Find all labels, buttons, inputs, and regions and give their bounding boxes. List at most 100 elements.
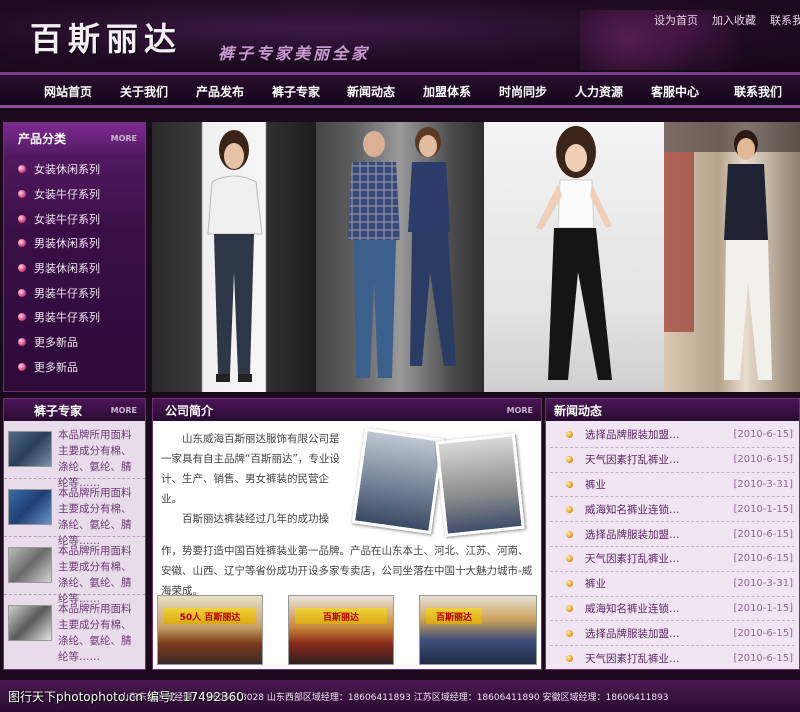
company-intro-panel: 公司简介 MORE 山东威海百斯丽达服饰有限公司是一家具有自主品牌“百斯丽达”，… <box>152 398 542 670</box>
intro-text: 山东威海百斯丽达服饰有限公司是一家具有自主品牌“百斯丽达”，专业设计、生产、销售… <box>161 433 340 525</box>
bullet-icon <box>18 190 26 199</box>
category-item[interactable]: 女装牛仔系列 <box>4 182 145 207</box>
bullet-icon <box>566 530 573 538</box>
nav-service[interactable]: 客服中心 <box>651 83 699 100</box>
product-category-panel: 产品分类 MORE 女装休闲系列 女装牛仔系列 女装牛仔系列 男装休闲系列 男装… <box>3 122 146 392</box>
bullet-icon <box>18 165 26 174</box>
bullet-icon <box>566 604 573 612</box>
news-panel: 新闻动态 选择品牌服装加盟… [2010-6-15] 天气因素打乱裤业… [2010… <box>545 398 800 670</box>
nav-news[interactable]: 新闻动态 <box>347 83 395 100</box>
nav-home[interactable]: 网站首页 <box>44 83 92 100</box>
news-header: 新闻动态 <box>546 399 799 421</box>
category-item[interactable]: 男装休闲系列 <box>4 256 145 281</box>
nav-franchise[interactable]: 加盟体系 <box>423 83 471 100</box>
intro-photo-collage <box>348 427 533 539</box>
category-item[interactable]: 女装休闲系列 <box>4 157 145 182</box>
model-figure-icon <box>664 122 800 380</box>
nav-hr[interactable]: 人力资源 <box>575 83 623 100</box>
expert-item[interactable]: 本品牌所用面料主要成分有棉、涤纶、氨纶、腈纶等…… <box>4 421 145 489</box>
expert-more-link[interactable]: MORE <box>111 406 137 415</box>
news-title: 新闻动态 <box>554 403 603 418</box>
bullet-icon <box>18 214 26 223</box>
main-nav: 网站首页 关于我们 产品发布 裤子专家 新闻动态 加盟体系 时尚同步 人力资源 … <box>0 72 800 108</box>
category-item[interactable]: 男装牛仔系列 <box>4 305 145 330</box>
site-header: 百斯丽达 裤子专家美丽全家 设为首页 加入收藏 联系我们 <box>0 0 800 72</box>
news-item[interactable]: 天气因素打乱裤业… [2010-6-15] <box>550 646 795 671</box>
denim-thumbnail <box>8 547 52 583</box>
bullet-icon <box>566 480 573 488</box>
intro-header: 公司简介 MORE <box>153 399 541 421</box>
expert-title: 裤子专家 <box>34 403 83 418</box>
category-item[interactable]: 更多新品 <box>4 330 145 355</box>
intro-more-link[interactable]: MORE <box>507 406 533 415</box>
store-photo[interactable]: 百斯丽达 <box>288 595 394 665</box>
news-item[interactable]: 威海知名裤业连锁… [2010-1-15] <box>550 497 795 523</box>
store-photos: 50人 百斯丽达 百斯丽达 百斯丽达 <box>157 595 539 667</box>
bullet-icon <box>566 580 573 588</box>
jeans-photo <box>351 427 445 535</box>
news-item[interactable]: 天气因素打乱裤业… [2010-6-15] <box>550 448 795 473</box>
contact-top-link[interactable]: 联系我们 <box>770 12 800 28</box>
site-logo[interactable]: 百斯丽达 <box>30 14 182 60</box>
top-links: 设为首页 加入收藏 联系我们 <box>654 12 800 28</box>
category-header: 产品分类 MORE <box>4 123 145 153</box>
denim-thumbnail <box>8 489 52 525</box>
news-item[interactable]: 裤业 [2010-3-31] <box>550 473 795 498</box>
category-item[interactable]: 女装牛仔系列 <box>4 206 145 231</box>
bullet-icon <box>566 431 573 439</box>
category-item[interactable]: 男装休闲系列 <box>4 231 145 256</box>
hero-banner[interactable] <box>152 122 800 392</box>
store-photo[interactable]: 百斯丽达 <box>419 595 537 665</box>
bullet-icon <box>566 655 573 663</box>
category-more-link[interactable]: MORE <box>111 134 137 143</box>
bullet-icon <box>566 456 573 464</box>
intro-text-continued: 作，势要打造中国百姓裤装业第一品牌。产品在山东本土、河北、江苏、河南、安徽、山西… <box>161 545 533 597</box>
category-title: 产品分类 <box>18 131 67 146</box>
pants-expert-panel: 裤子专家 MORE 本品牌所用面料主要成分有棉、涤纶、氨纶、腈纶等…… 本品牌所… <box>3 398 146 670</box>
bullet-icon <box>18 338 26 347</box>
news-list: 选择品牌服装加盟… [2010-6-15] 天气因素打乱裤业… [2010-6-15… <box>546 421 799 671</box>
intro-title: 公司简介 <box>165 403 214 418</box>
expert-item[interactable]: 本品牌所用面料主要成分有棉、涤纶、氨纶、腈纶等…… <box>4 479 145 547</box>
news-item[interactable]: 选择品牌服装加盟… [2010-6-15] <box>550 522 795 547</box>
bullet-icon <box>18 313 26 322</box>
banner-photo-couple-plaid <box>316 122 484 392</box>
nav-products[interactable]: 产品发布 <box>196 83 244 100</box>
add-favorite-link[interactable]: 加入收藏 <box>712 12 756 28</box>
banner-photo-man-white-pants <box>664 122 800 392</box>
expert-item[interactable]: 本品牌所用面料主要成分有棉、涤纶、氨纶、腈纶等…… <box>4 537 145 605</box>
bullet-icon <box>566 555 573 563</box>
site-slogan: 裤子专家美丽全家 <box>218 44 371 63</box>
watermark-text: 图行天下photophoto.cn 编号：17492360 <box>8 690 244 704</box>
nav-about[interactable]: 关于我们 <box>120 83 168 100</box>
bullet-icon <box>566 505 573 513</box>
news-item[interactable]: 选择品牌服装加盟… [2010-6-15] <box>550 423 795 448</box>
model-figure-icon <box>536 126 612 380</box>
news-item[interactable]: 选择品牌服装加盟… [2010-6-15] <box>550 621 795 647</box>
set-homepage-link[interactable]: 设为首页 <box>654 12 698 28</box>
banner-photo-woman-white-top <box>152 122 316 392</box>
expert-header: 裤子专家 MORE <box>4 399 145 421</box>
denim-thumbnail <box>8 605 52 641</box>
nav-fashion[interactable]: 时尚同步 <box>499 83 547 100</box>
model-photo <box>435 433 525 537</box>
category-list: 女装休闲系列 女装牛仔系列 女装牛仔系列 男装休闲系列 男装休闲系列 男装牛仔系… <box>4 153 145 379</box>
denim-thumbnail <box>8 431 52 467</box>
store-photo[interactable]: 50人 百斯丽达 <box>157 595 263 665</box>
model-figure-icon <box>348 127 456 378</box>
nav-expert[interactable]: 裤子专家 <box>272 83 320 100</box>
news-item[interactable]: 天气因素打乱裤业… [2010-6-15] <box>550 547 795 572</box>
news-item[interactable]: 威海知名裤业连锁… [2010-1-15] <box>550 597 795 622</box>
nav-contact[interactable]: 联系我们 <box>734 83 782 100</box>
news-item[interactable]: 裤业 [2010-3-31] <box>550 572 795 597</box>
bullet-icon <box>18 264 26 273</box>
bullet-icon <box>18 239 26 248</box>
model-figure-icon <box>207 130 263 382</box>
category-item[interactable]: 男装牛仔系列 <box>4 280 145 305</box>
bullet-icon <box>566 629 573 637</box>
bullet-icon <box>18 362 26 371</box>
expert-item[interactable]: 本品牌所用面料主要成分有棉、涤纶、氨纶、腈纶等…… <box>4 595 145 663</box>
category-item[interactable]: 更多新品 <box>4 355 145 380</box>
bullet-icon <box>18 288 26 297</box>
banner-photo-woman-black-pants <box>484 122 664 392</box>
